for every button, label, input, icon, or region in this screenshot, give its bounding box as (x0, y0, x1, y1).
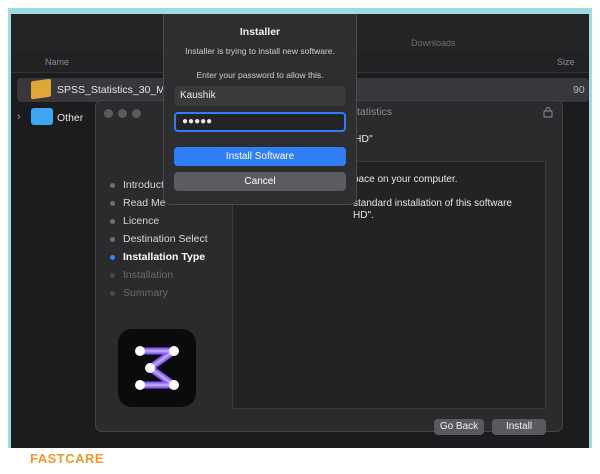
content-line: pace on your computer. (353, 174, 458, 185)
dialog-prompt: Enter your password to allow this. (196, 70, 324, 80)
dialog-message: Installer is trying to install new softw… (185, 46, 335, 56)
zoom-window-icon[interactable] (132, 109, 141, 118)
password-field[interactable]: ●●●●● (174, 112, 346, 132)
go-back-button[interactable]: Go Back (434, 419, 484, 435)
step-label: Destination Select (123, 233, 208, 245)
step-dot (110, 219, 115, 224)
content-line: HD". (353, 210, 374, 221)
folder-icon (31, 108, 53, 125)
spss-logo (118, 329, 196, 407)
content-line: standard installation of this software (353, 198, 512, 209)
step-label: Introduct (123, 179, 164, 191)
cancel-button[interactable]: Cancel (174, 172, 346, 191)
desktop-screen: Downloads Name Size SPSS_Statistics_30_M… (11, 14, 589, 448)
username-field[interactable]: Kaushik (174, 86, 346, 106)
folder-name: Other (57, 112, 84, 124)
package-icon (31, 78, 51, 100)
step-label: Installation (123, 269, 174, 281)
step-label: Read Me (123, 197, 166, 209)
step-dot (110, 183, 115, 188)
close-window-icon[interactable] (104, 109, 113, 118)
step-label: Summary (123, 287, 168, 299)
minimize-window-icon[interactable] (118, 109, 127, 118)
sigma-logo-icon (135, 346, 179, 390)
install-software-button[interactable]: Install Software (174, 147, 346, 166)
step-dot (110, 291, 115, 296)
file-size: 90 (573, 84, 585, 96)
install-button[interactable]: Install (492, 419, 546, 435)
finder-window-title: Downloads (411, 38, 456, 48)
file-name: SPSS_Statistics_30_M (57, 84, 165, 96)
auth-dialog: Installer Installer is trying to install… (163, 14, 357, 205)
step-dot (110, 201, 115, 206)
step-label: Licence (123, 215, 160, 227)
lock-icon (543, 107, 553, 118)
step-dot (110, 273, 115, 278)
step-dot (110, 237, 115, 242)
dialog-title: Installer (239, 26, 281, 38)
fastcare-watermark: FASTCARE (30, 451, 105, 466)
step-label: Installation Type (123, 251, 206, 263)
column-name-header[interactable]: Name (45, 57, 69, 67)
column-size-header[interactable]: Size (557, 57, 575, 67)
step-dot (110, 255, 115, 260)
chevron-right-icon[interactable]: › (17, 111, 21, 123)
